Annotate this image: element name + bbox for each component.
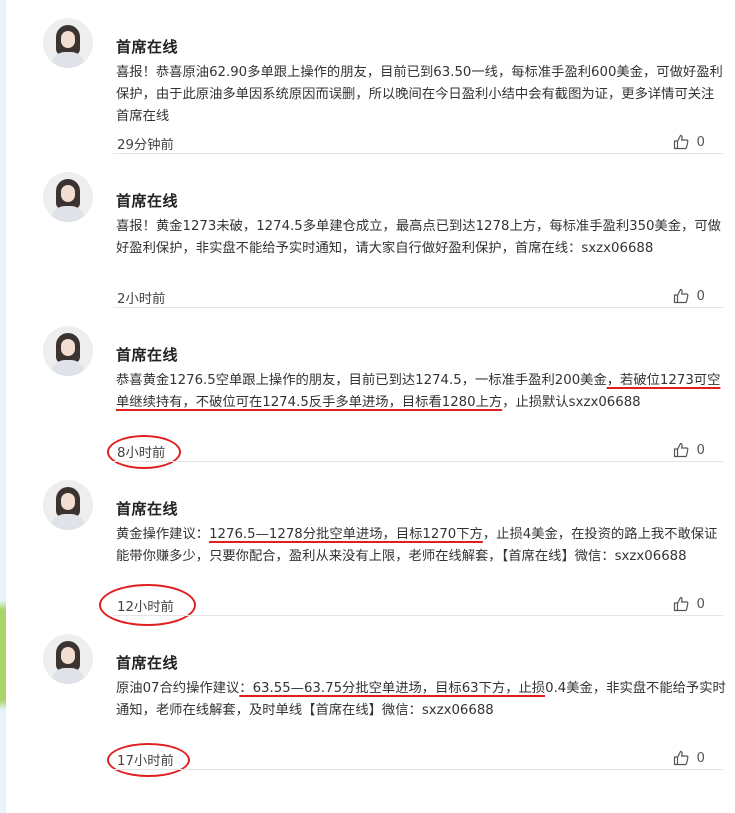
- author-name[interactable]: 首席在线: [116, 190, 178, 211]
- post-item: 首席在线 喜报！黄金1273未破，1274.5多单建仓成立，最高点已到达1278…: [0, 154, 735, 308]
- thumbs-up-icon: [673, 442, 688, 458]
- author-name[interactable]: 首席在线: [116, 652, 178, 673]
- post-time: 17小时前: [107, 743, 190, 777]
- post-item: 首席在线 黄金操作建议：1276.5—1278分批空单进场，目标1270下方，止…: [0, 462, 735, 626]
- like-count: 0: [696, 442, 705, 458]
- post-content: 喜报！黄金1273未破，1274.5多单建仓成立，最高点已到达1278上方，每标…: [116, 219, 721, 256]
- post-time: 29分钟前: [117, 138, 174, 153]
- post-time: 2小时前: [117, 292, 166, 307]
- author-name[interactable]: 首席在线: [116, 344, 178, 365]
- avatar[interactable]: [43, 326, 93, 376]
- post-content: 原油07合约操作建议：63.55—63.75分批空单进场，目标63下方，止损0.…: [116, 681, 726, 718]
- like-count: 0: [696, 596, 705, 612]
- post-time: 12小时前: [99, 584, 196, 626]
- thumbs-up-icon: [673, 750, 688, 766]
- post-item: 首席在线 原油07合约操作建议：63.55—63.75分批空单进场，目标63下方…: [0, 616, 735, 777]
- author-name[interactable]: 首席在线: [116, 36, 178, 57]
- post-item: 首席在线 喜报！恭喜原油62.90多单跟上操作的朋友，目前已到63.50一线，每…: [0, 0, 735, 154]
- highlighted-text: ：63.55—63.75分批空单进场，目标63下方，止损: [239, 681, 546, 696]
- thumbs-up-icon: [673, 288, 688, 304]
- like-count: 0: [696, 288, 705, 304]
- avatar[interactable]: [43, 172, 93, 222]
- like-button[interactable]: 0: [673, 288, 705, 304]
- thumbs-up-icon: [673, 134, 688, 150]
- thumbs-up-icon: [673, 596, 688, 612]
- post-time: 8小时前: [106, 435, 182, 469]
- divider: [113, 769, 723, 770]
- like-button[interactable]: 0: [673, 596, 705, 612]
- like-button[interactable]: 0: [673, 134, 705, 150]
- like-count: 0: [696, 134, 705, 150]
- avatar[interactable]: [43, 18, 93, 68]
- like-button[interactable]: 0: [673, 442, 705, 458]
- author-name[interactable]: 首席在线: [116, 498, 178, 519]
- like-button[interactable]: 0: [673, 750, 705, 766]
- post-content: 黄金操作建议：1276.5—1278分批空单进场，目标1270下方，止损4美金，…: [116, 527, 718, 564]
- post-content: 恭喜黄金1276.5空单跟上操作的朋友，目前已到达1274.5，一标准手盈利20…: [116, 373, 721, 410]
- like-count: 0: [696, 750, 705, 766]
- comment-feed: 首席在线 喜报！恭喜原油62.90多单跟上操作的朋友，目前已到63.50一线，每…: [0, 0, 735, 777]
- avatar[interactable]: [43, 634, 93, 684]
- post-content: 喜报！恭喜原油62.90多单跟上操作的朋友，目前已到63.50一线，每标准手盈利…: [116, 65, 723, 124]
- post-item: 首席在线 恭喜黄金1276.5空单跟上操作的朋友，目前已到达1274.5，一标准…: [0, 308, 735, 469]
- highlighted-text: 1276.5—1278分批空单进场，目标1270下方: [209, 527, 483, 542]
- avatar[interactable]: [43, 480, 93, 530]
